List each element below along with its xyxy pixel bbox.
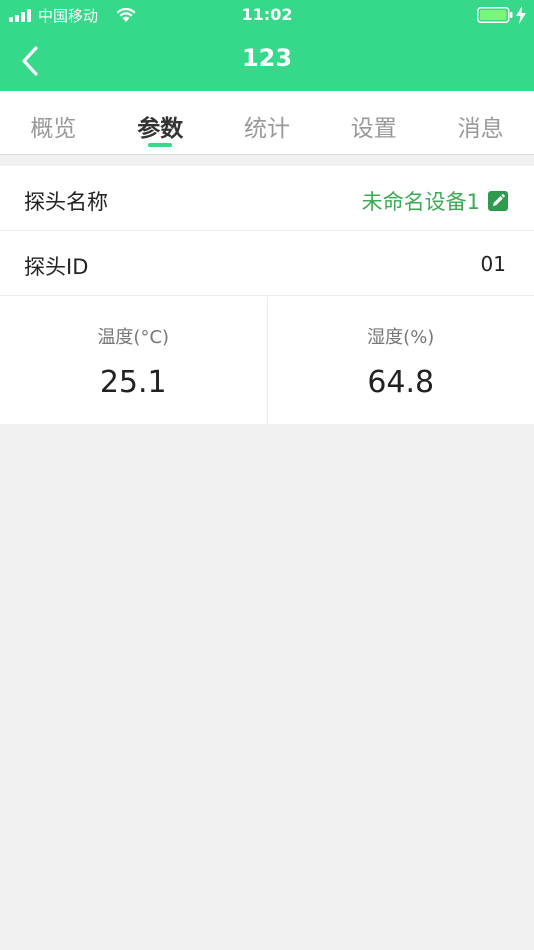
metrics-panel: 温度(°C) 25.1 湿度(%) 64.8 <box>0 297 534 424</box>
probe-id-value: 01 <box>480 252 506 276</box>
tab-label: 设置 <box>350 116 397 142</box>
tab-statistics[interactable]: 统计 <box>214 91 321 154</box>
probe-id-label: 探头ID <box>24 255 89 279</box>
temperature-label: 温度(°C) <box>97 327 170 348</box>
temperature-metric: 温度(°C) 25.1 <box>0 297 267 424</box>
back-button[interactable] <box>12 42 52 82</box>
humidity-label: 湿度(%) <box>367 327 435 348</box>
active-tab-indicator <box>148 143 173 147</box>
app-header: 中国移动 11:02 123 <box>0 0 534 91</box>
status-time: 11:02 <box>241 5 293 24</box>
temperature-value: 25.1 <box>99 365 167 400</box>
page-title: 123 <box>241 44 293 72</box>
nav-bar: 123 <box>0 30 534 91</box>
probe-id-row: 探头ID 01 <box>0 231 534 296</box>
probe-name-label: 探头名称 <box>24 190 108 214</box>
probe-card: 探头名称 未命名设备1 探头ID 01 温度(°C) 25.1 湿度(%) 64… <box>0 166 534 424</box>
tab-label: 参数 <box>137 116 184 142</box>
tab-label: 消息 <box>457 116 504 142</box>
edit-icon[interactable] <box>488 191 508 211</box>
tab-bar: 概览 参数 统计 设置 消息 <box>0 91 534 155</box>
tab-settings[interactable]: 设置 <box>320 91 427 154</box>
probe-name-value: 未命名设备1 <box>361 190 480 214</box>
tab-parameters[interactable]: 参数 <box>107 91 214 154</box>
battery-icon <box>477 7 513 23</box>
humidity-value: 64.8 <box>367 365 435 400</box>
back-arrow-icon <box>22 46 38 76</box>
humidity-metric: 湿度(%) 64.8 <box>266 297 534 424</box>
tab-messages[interactable]: 消息 <box>427 91 534 154</box>
charging-icon <box>516 6 526 24</box>
tab-label: 概览 <box>30 116 77 142</box>
status-bar: 中国移动 11:02 <box>0 0 534 30</box>
tab-overview[interactable]: 概览 <box>0 91 107 154</box>
probe-name-edit[interactable]: 未命名设备1 <box>362 186 508 216</box>
tab-label: 统计 <box>243 116 290 142</box>
probe-name-row: 探头名称 未命名设备1 <box>0 166 534 231</box>
